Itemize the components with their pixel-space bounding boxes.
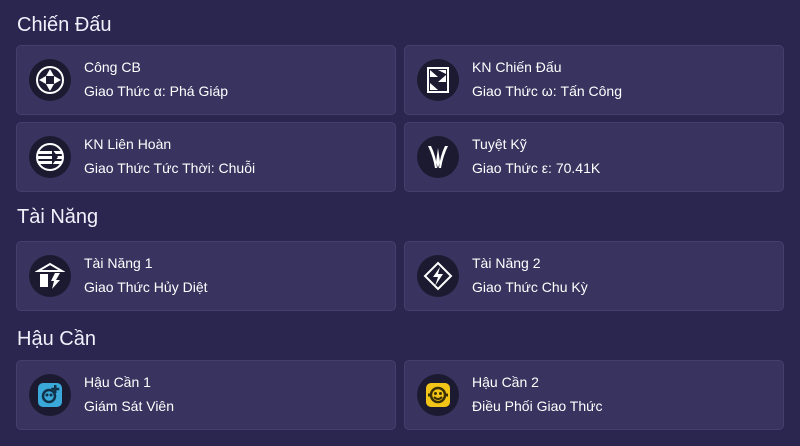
logistics-1-icon — [29, 374, 71, 416]
logistics-2-icon — [417, 374, 459, 416]
logistics-name: Hậu Cần 1 — [84, 374, 151, 390]
skill-name: KN Liên Hoàn — [84, 136, 172, 152]
ultimate-icon — [417, 136, 459, 178]
skill-card-ultimate[interactable]: Tuyệt Kỹ Giao Thức ε: 70.41K — [404, 122, 784, 192]
logistics-card-2[interactable]: Hậu Cần 2 Điều Phối Giao Thức — [404, 360, 784, 430]
logistics-card-1[interactable]: Hậu Cần 1 Giám Sát Viên — [16, 360, 396, 430]
talent-value: Giao Thức Hủy Diệt — [84, 279, 208, 295]
section-title-talents: Tài Năng — [17, 206, 99, 228]
logistics-name: Hậu Cần 2 — [472, 374, 539, 390]
section-title-combat: Chiến Đấu — [17, 14, 112, 36]
basic-attack-icon — [29, 59, 71, 101]
talent-1-icon — [29, 255, 71, 297]
talent-name: Tài Năng 2 — [472, 255, 541, 271]
skill-name: KN Chiến Đấu — [472, 59, 562, 75]
combo-skill-icon — [29, 136, 71, 178]
logistics-value: Giám Sát Viên — [84, 398, 175, 414]
skill-value: Giao Thức ω: Tấn Công — [472, 83, 623, 99]
skill-card-basic-attack[interactable]: Công CB Giao Thức α: Phá Giáp — [16, 45, 396, 115]
skill-card-battle-skill[interactable]: KN Chiến Đấu Giao Thức ω: Tấn Công — [404, 45, 784, 115]
talent-card-2[interactable]: Tài Năng 2 Giao Thức Chu Kỳ — [404, 241, 784, 311]
logistics-value: Điều Phối Giao Thức — [472, 398, 603, 414]
skill-value: Giao Thức α: Phá Giáp — [84, 83, 229, 99]
talent-2-icon — [417, 255, 459, 297]
skill-name: Tuyệt Kỹ — [472, 136, 527, 152]
skill-value: Giao Thức Tức Thời: Chuỗi — [84, 160, 256, 176]
talent-value: Giao Thức Chu Kỳ — [472, 279, 588, 295]
talent-card-1[interactable]: Tài Năng 1 Giao Thức Hủy Diệt — [16, 241, 396, 311]
battle-skill-icon — [417, 59, 459, 101]
skill-card-combo-skill[interactable]: KN Liên Hoàn Giao Thức Tức Thời: Chuỗi — [16, 122, 396, 192]
section-title-logistics: Hậu Cần — [17, 328, 96, 350]
skill-value: Giao Thức ε: 70.41K — [472, 160, 601, 176]
skill-name: Công CB — [84, 59, 141, 75]
talent-name: Tài Năng 1 — [84, 255, 153, 271]
